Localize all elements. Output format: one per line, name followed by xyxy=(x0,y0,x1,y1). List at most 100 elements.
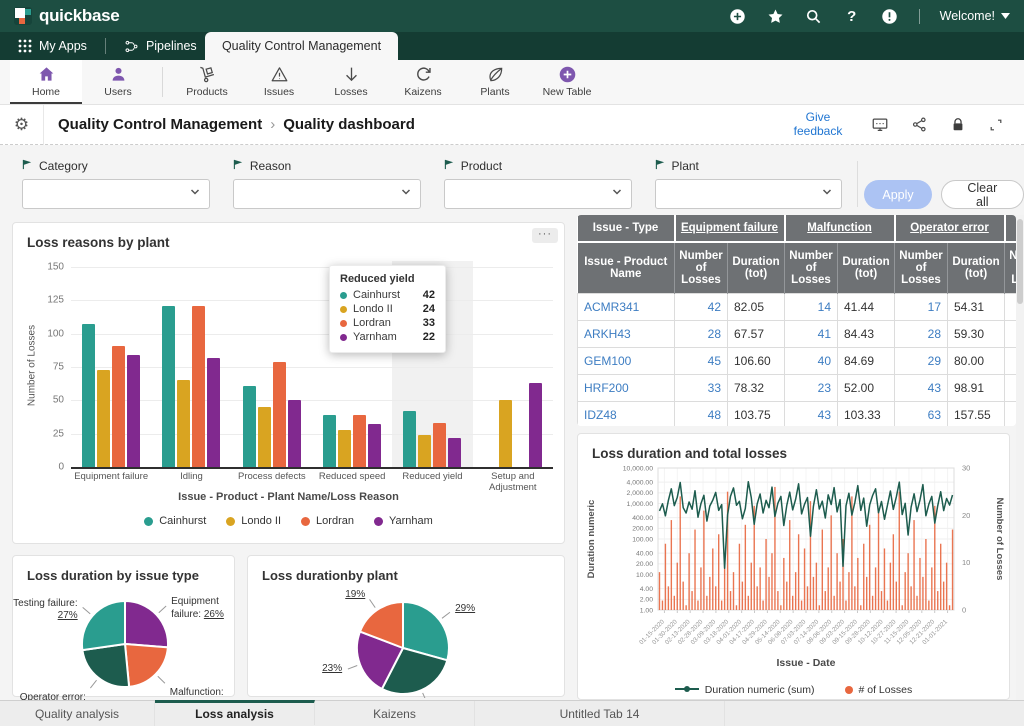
app-tab-quality-control-management[interactable]: Quality Control Management xyxy=(205,32,398,60)
bottom-tab-quality-analysis[interactable]: Quality analysis xyxy=(0,701,155,726)
losses-count-cell[interactable]: 33 xyxy=(675,375,728,402)
clear-all-button[interactable]: Clear all xyxy=(941,180,1024,209)
filter-bar: CategoryReasonProductPlantApplyClear all xyxy=(0,145,1024,215)
product-link[interactable]: GEM100 xyxy=(578,348,675,375)
toolbar-item-issues[interactable]: Issues xyxy=(243,60,315,104)
legend-label: Lordran xyxy=(316,515,354,527)
svg-text:1,000.00: 1,000.00 xyxy=(627,501,654,508)
tooltip-series-name: Cainhurst xyxy=(353,289,400,301)
column-group-operator-error[interactable]: Operator error xyxy=(895,215,1005,242)
losses-count-cell[interactable]: 23 xyxy=(785,375,838,402)
losses-count-cell[interactable]: 40 xyxy=(785,348,838,375)
filter-select-plant[interactable] xyxy=(655,179,843,209)
pipelines-icon xyxy=(124,39,139,54)
chevron-down-icon xyxy=(611,185,623,203)
global-nav: My Apps Pipelines Quality Control Manage… xyxy=(0,32,1024,60)
arrow-down-icon xyxy=(342,64,361,84)
column-group-malfunction[interactable]: Malfunction xyxy=(785,215,895,242)
tooltip-series-value: 42 xyxy=(423,289,435,301)
lock-icon[interactable] xyxy=(950,117,966,133)
y-tick-label: 100 xyxy=(47,328,64,339)
tooltip-series-name: Lordran xyxy=(353,317,391,329)
losses-count-cell[interactable]: 43 xyxy=(895,375,948,402)
losses-count-cell[interactable]: 28 xyxy=(895,321,948,348)
quickbase-dashboard: quickbase ? Welcome! My Apps Pipelines Q… xyxy=(0,0,1024,726)
filter-label: Category xyxy=(22,159,210,173)
losses-count-cell[interactable]: 43 xyxy=(785,402,838,427)
settings-gear-icon[interactable]: ⚙ xyxy=(0,105,44,145)
tooltip-row: Cainhurst 42 xyxy=(340,289,435,301)
legend-dot xyxy=(845,686,853,694)
add-icon[interactable] xyxy=(729,7,747,25)
welcome-menu[interactable]: Welcome! xyxy=(940,9,1010,23)
share-icon[interactable] xyxy=(911,116,928,133)
filter-select-reason[interactable] xyxy=(233,179,421,209)
bottom-tab-untitled-tab-14[interactable]: Untitled Tab 14 xyxy=(475,701,725,726)
scrollbar-track[interactable] xyxy=(1016,215,1024,700)
tooltip-row: Londo II24 xyxy=(340,303,435,315)
search-icon[interactable] xyxy=(805,7,823,25)
losses-count-cell[interactable]: 29 xyxy=(895,348,948,375)
filter-select-category[interactable] xyxy=(22,179,210,209)
present-icon[interactable] xyxy=(871,116,889,134)
more-options-icon[interactable]: ··· xyxy=(532,228,558,243)
toolbar-item-users[interactable]: Users xyxy=(82,60,154,104)
scrollbar-thumb[interactable] xyxy=(1017,219,1023,304)
quickbase-logo[interactable]: quickbase xyxy=(14,6,119,26)
my-apps-nav-item[interactable]: My Apps xyxy=(0,32,105,60)
expand-icon[interactable] xyxy=(988,117,1004,133)
pipelines-nav-item[interactable]: Pipelines xyxy=(106,32,215,60)
table-row-idz48: IDZ4848103.7543103.3363157.55 xyxy=(578,402,1017,427)
filter-label-text: Plant xyxy=(672,159,699,173)
losses-count-cell[interactable]: 48 xyxy=(675,402,728,427)
bar-londo-ii xyxy=(338,430,351,467)
bottom-tab-kaizens[interactable]: Kaizens xyxy=(315,701,475,726)
my-apps-label: My Apps xyxy=(39,39,87,53)
filter-select-product[interactable] xyxy=(444,179,632,209)
svg-text:4,000.00: 4,000.00 xyxy=(627,479,654,486)
chart-title: Loss duration and total losses xyxy=(592,446,787,461)
product-link[interactable]: IDZ48 xyxy=(578,402,675,427)
losses-count-cell[interactable]: 41 xyxy=(785,321,838,348)
alert-icon[interactable] xyxy=(881,7,899,25)
grid-icon xyxy=(18,39,32,53)
breadcrumb-app[interactable]: Quality Control Management xyxy=(58,116,262,133)
product-link[interactable]: ARKH43 xyxy=(578,321,675,348)
toolbar-item-kaizens[interactable]: Kaizens xyxy=(387,60,459,104)
bar-yarnham xyxy=(368,424,381,467)
bar-yarnham xyxy=(529,383,542,467)
apply-button[interactable]: Apply xyxy=(864,180,931,209)
x-category-label: Process defects xyxy=(232,471,312,482)
bottom-tab-loss-analysis[interactable]: Loss analysis xyxy=(155,700,315,725)
column-group-equipment-failure[interactable]: Equipment failure xyxy=(675,215,785,242)
issue-type-table-card: Issue - TypeEquipment failureMalfunction… xyxy=(577,215,1016,426)
caret-down-icon xyxy=(1001,13,1010,19)
losses-count-cell[interactable]: 45 xyxy=(675,348,728,375)
losses-count-cell[interactable]: 63 xyxy=(895,402,948,427)
toolbar-item-home[interactable]: Home xyxy=(10,60,82,104)
losses-count-cell[interactable]: 42 xyxy=(675,294,728,321)
tooltip-series-name: Yarnham xyxy=(353,331,397,343)
help-icon[interactable]: ? xyxy=(843,7,861,25)
corner-header: Issue - Type xyxy=(578,215,675,242)
losses-count-cell[interactable]: 17 xyxy=(895,294,948,321)
give-feedback-link[interactable]: Give feedback xyxy=(787,111,849,139)
losses-count-cell[interactable]: 28 xyxy=(675,321,728,348)
filter-label: Plant xyxy=(655,159,843,173)
svg-text:400.00: 400.00 xyxy=(632,515,653,522)
sub-column-header: Duration (tot) xyxy=(948,242,1005,294)
favorites-star-icon[interactable] xyxy=(767,7,785,25)
tooltip-row: Lordran33 xyxy=(340,317,435,329)
toolbar-item-products[interactable]: Products xyxy=(171,60,243,104)
toolbar-item-plants[interactable]: Plants xyxy=(459,60,531,104)
svg-text:2.00: 2.00 xyxy=(640,597,653,604)
product-link[interactable]: HRF200 xyxy=(578,375,675,402)
column-group-testing-failure[interactable]: Testing failure xyxy=(1005,215,1016,242)
toolbar-item-losses[interactable]: Losses xyxy=(315,60,387,104)
toolbar-item-new-table[interactable]: New Table xyxy=(531,60,603,104)
bar-lordran xyxy=(273,362,286,467)
product-link[interactable]: ACMR341 xyxy=(578,294,675,321)
losses-count-cell[interactable]: 14 xyxy=(785,294,838,321)
x-category-label: Equipment failure xyxy=(71,471,151,482)
table-sub-header-row: Issue - Product NameNumber of LossesDura… xyxy=(578,242,1017,294)
